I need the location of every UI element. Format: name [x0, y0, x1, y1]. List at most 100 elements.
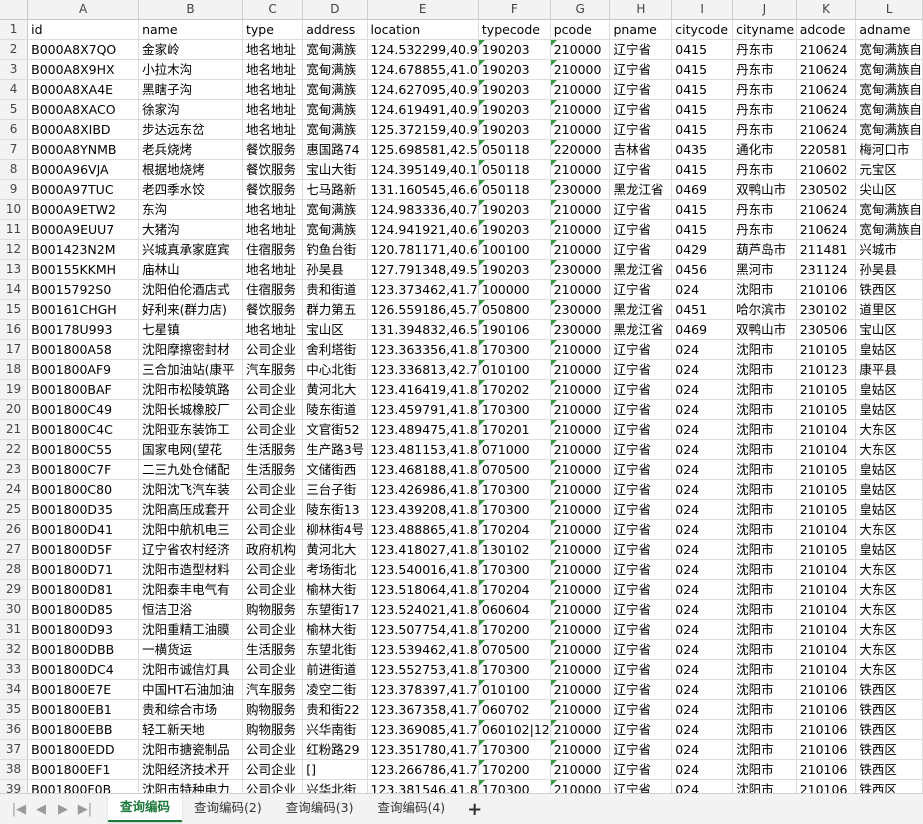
- cell-k[interactable]: 210105: [796, 399, 857, 420]
- cell-c[interactable]: 政府机构: [242, 539, 304, 560]
- cell-k[interactable]: 210105: [796, 379, 857, 400]
- row-number[interactable]: 30: [0, 599, 29, 620]
- cell-d[interactable]: 宽甸满族: [302, 199, 368, 220]
- cell-e[interactable]: 124.678855,41.0: [367, 59, 479, 80]
- cell-i[interactable]: 024: [671, 339, 734, 360]
- cell-g[interactable]: 210000: [550, 679, 611, 700]
- cell-e[interactable]: 123.439208,41.8: [367, 499, 479, 520]
- cell-c[interactable]: 公司企业: [242, 519, 304, 540]
- cell-k[interactable]: adcode: [796, 19, 857, 40]
- cell-g[interactable]: 210000: [550, 639, 611, 660]
- cell-g[interactable]: 210000: [550, 279, 611, 300]
- cell-l[interactable]: 宽甸满族自: [855, 99, 923, 120]
- cell-b[interactable]: 二三九处仓储配: [138, 459, 243, 480]
- cell-l[interactable]: 铁西区: [855, 699, 923, 720]
- cell-l[interactable]: 皇姑区: [855, 459, 923, 480]
- cell-a[interactable]: B000A96VJA: [27, 159, 140, 180]
- cell-b[interactable]: 中国HT石油加油: [138, 679, 243, 700]
- cell-d[interactable]: 考场街北: [302, 559, 368, 580]
- cell-e[interactable]: 123.426986,41.8: [367, 479, 479, 500]
- cell-g[interactable]: 210000: [550, 759, 611, 780]
- cell-j[interactable]: cityname: [732, 19, 797, 40]
- cell-k[interactable]: 220581: [796, 139, 857, 160]
- cell-i[interactable]: 024: [671, 619, 734, 640]
- cell-l[interactable]: 铁西区: [855, 719, 923, 740]
- row-number[interactable]: 16: [0, 319, 29, 340]
- cell-e[interactable]: 123.378397,41.7: [367, 679, 479, 700]
- cell-h[interactable]: 辽宁省: [609, 459, 673, 480]
- sheet-tab-4[interactable]: 查询编码(4): [365, 795, 457, 821]
- cell-d[interactable]: 七马路新: [302, 179, 368, 200]
- row-number[interactable]: 24: [0, 479, 29, 500]
- cell-g[interactable]: 210000: [550, 379, 611, 400]
- cell-f[interactable]: 071000: [478, 439, 551, 460]
- cell-i[interactable]: citycode: [671, 19, 734, 40]
- cell-b[interactable]: 老四季水饺: [138, 179, 243, 200]
- cell-j[interactable]: 沈阳市: [732, 539, 797, 560]
- cell-h[interactable]: 辽宁省: [609, 419, 673, 440]
- row-number[interactable]: 7: [0, 139, 29, 160]
- cell-i[interactable]: 024: [671, 599, 734, 620]
- cell-h[interactable]: 辽宁省: [609, 339, 673, 360]
- row-number[interactable]: 33: [0, 659, 29, 680]
- cell-i[interactable]: 024: [671, 639, 734, 660]
- cell-h[interactable]: 辽宁省: [609, 399, 673, 420]
- column-header-h[interactable]: H: [609, 0, 673, 20]
- cell-k[interactable]: 210106: [796, 699, 857, 720]
- cell-a[interactable]: B001800BAF: [27, 379, 140, 400]
- cell-e[interactable]: 123.552753,41.8: [367, 659, 479, 680]
- cell-j[interactable]: 沈阳市: [732, 659, 797, 680]
- cell-i[interactable]: 0415: [671, 79, 734, 100]
- row-number[interactable]: 9: [0, 179, 29, 200]
- cell-k[interactable]: 210624: [796, 39, 857, 60]
- cell-d[interactable]: address: [302, 19, 368, 40]
- cell-d[interactable]: 宽甸满族: [302, 219, 368, 240]
- cell-a[interactable]: B000A8X7QO: [27, 39, 140, 60]
- cell-d[interactable]: 宽甸满族: [302, 59, 368, 80]
- cell-a[interactable]: B0015792S0: [27, 279, 140, 300]
- cell-g[interactable]: 210000: [550, 739, 611, 760]
- cell-g[interactable]: 210000: [550, 339, 611, 360]
- row-number[interactable]: 4: [0, 79, 29, 100]
- cell-d[interactable]: 宽甸满族: [302, 99, 368, 120]
- cell-g[interactable]: 210000: [550, 159, 611, 180]
- cell-g[interactable]: 210000: [550, 559, 611, 580]
- cell-b[interactable]: 沈阳市特种电力: [138, 779, 243, 793]
- cell-l[interactable]: 大东区: [855, 619, 923, 640]
- cell-g[interactable]: 210000: [550, 59, 611, 80]
- cell-a[interactable]: B001800DC4: [27, 659, 140, 680]
- cell-l[interactable]: 铁西区: [855, 739, 923, 760]
- cell-k[interactable]: 210624: [796, 99, 857, 120]
- cell-l[interactable]: 道里区: [855, 299, 923, 320]
- cell-e[interactable]: 123.524021,41.8: [367, 599, 479, 620]
- row-number[interactable]: 34: [0, 679, 29, 700]
- cell-g[interactable]: 210000: [550, 779, 611, 793]
- cell-b[interactable]: 好利来(群力店): [138, 299, 243, 320]
- cell-i[interactable]: 0415: [671, 39, 734, 60]
- cell-g[interactable]: 230000: [550, 259, 611, 280]
- cell-a[interactable]: B001800AF9: [27, 359, 140, 380]
- cell-b[interactable]: 沈阳沈飞汽车装: [138, 479, 243, 500]
- cell-a[interactable]: B001800D93: [27, 619, 140, 640]
- cell-b[interactable]: 东沟: [138, 199, 243, 220]
- row-number[interactable]: 5: [0, 99, 29, 120]
- cell-f[interactable]: 170300: [478, 339, 551, 360]
- cell-d[interactable]: 柳林街4号: [302, 519, 368, 540]
- cell-g[interactable]: 230000: [550, 319, 611, 340]
- cell-a[interactable]: B001800D81: [27, 579, 140, 600]
- cell-j[interactable]: 丹东市: [732, 119, 797, 140]
- cell-i[interactable]: 024: [671, 379, 734, 400]
- cell-h[interactable]: 辽宁省: [609, 439, 673, 460]
- cell-h[interactable]: 辽宁省: [609, 199, 673, 220]
- row-number[interactable]: 6: [0, 119, 29, 140]
- cell-h[interactable]: 辽宁省: [609, 79, 673, 100]
- cell-d[interactable]: 舍利塔街: [302, 339, 368, 360]
- cell-b[interactable]: 沈阳摩擦密封材: [138, 339, 243, 360]
- cell-c[interactable]: 公司企业: [242, 559, 304, 580]
- cell-b[interactable]: 徐家沟: [138, 99, 243, 120]
- cell-e[interactable]: 123.369085,41.7: [367, 719, 479, 740]
- cell-g[interactable]: pcode: [550, 19, 611, 40]
- cell-j[interactable]: 沈阳市: [732, 579, 797, 600]
- cell-j[interactable]: 沈阳市: [732, 739, 797, 760]
- add-sheet-button[interactable]: +: [457, 799, 492, 820]
